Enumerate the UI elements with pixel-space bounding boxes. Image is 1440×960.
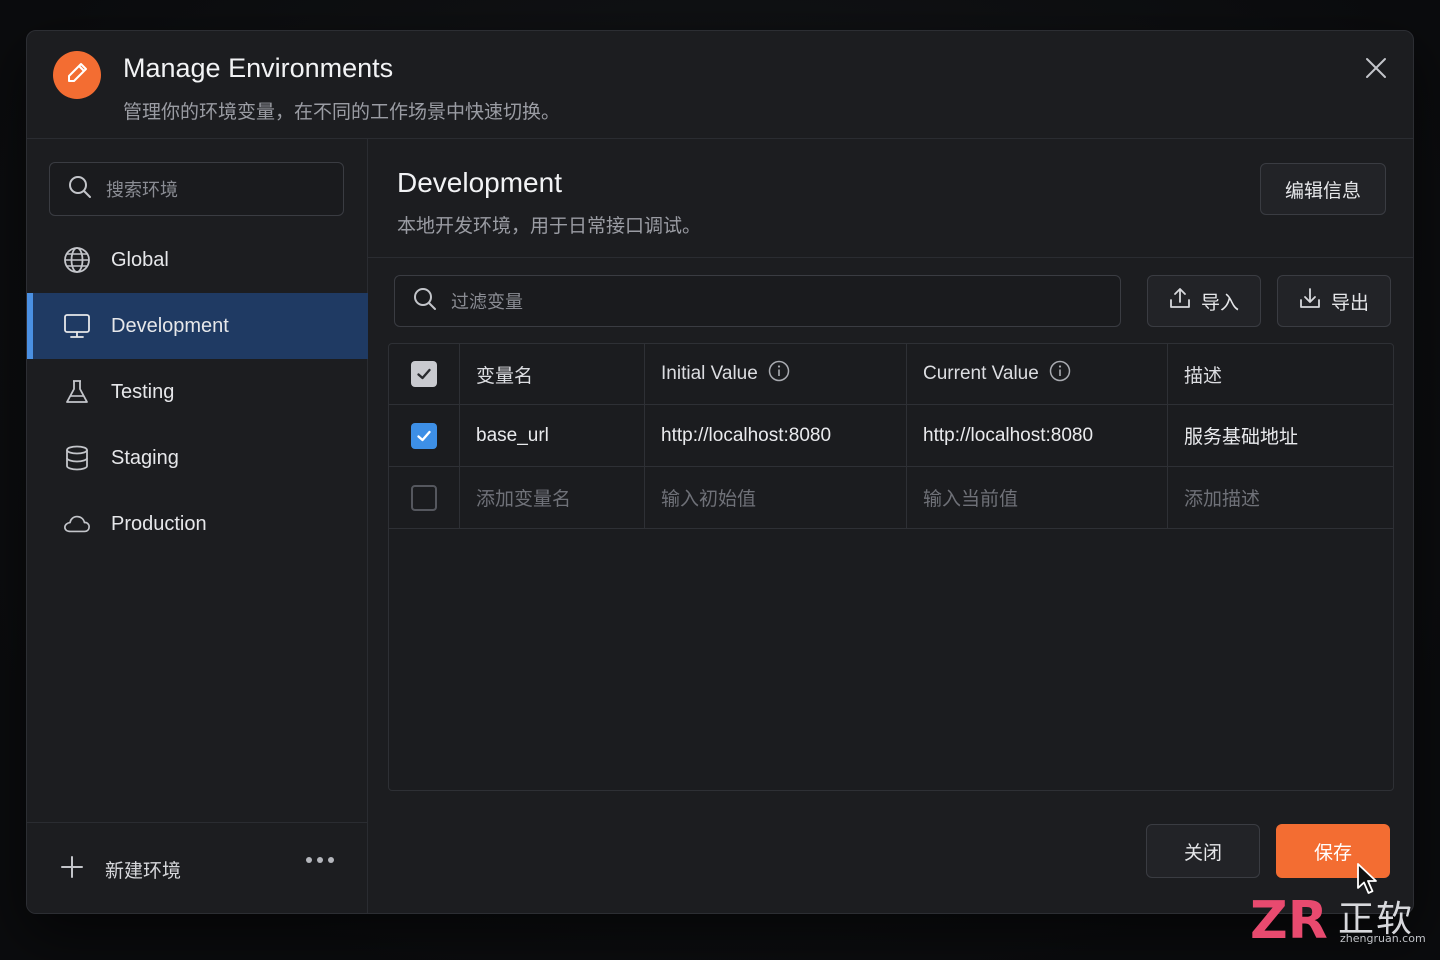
sidebar-item-label: Testing	[111, 380, 175, 403]
sidebar-item-staging[interactable]: Staging	[27, 425, 368, 491]
sidebar-item-global[interactable]: Global	[27, 227, 368, 293]
dialog-title: Manage Environments	[123, 53, 394, 83]
add-current-value-input[interactable]: 输入当前值	[907, 467, 1168, 528]
export-label: 导出	[1330, 292, 1369, 314]
svg-text:ZR: ZR	[1250, 891, 1328, 944]
variables-table: 变量名 Initial Value Current Value 描述 base_…	[388, 343, 1394, 791]
import-label: 导入	[1200, 292, 1239, 314]
close-dialog-button[interactable]: 关闭	[1146, 824, 1260, 878]
environment-detail: Development 本地开发环境，用于日常接口调试。 编辑信息 过滤变量 导…	[368, 139, 1413, 913]
column-header-label: 描述	[1184, 365, 1223, 387]
close-icon	[1365, 57, 1387, 84]
filter-variables-input[interactable]: 过滤变量	[394, 275, 1121, 327]
new-environment-label: 新建环境	[105, 860, 182, 882]
plus-icon	[61, 855, 83, 883]
sidebar-item-label: Development	[111, 314, 229, 337]
export-button[interactable]: 导出	[1277, 275, 1391, 327]
upload-icon	[1169, 287, 1191, 315]
dialog-header: Manage Environments 管理你的环境变量，在不同的工作场景中快速…	[27, 31, 1413, 139]
sidebar-item-testing[interactable]: Testing	[27, 359, 368, 425]
search-icon	[68, 175, 92, 204]
row-checkbox-cell	[389, 405, 460, 466]
row-checkbox[interactable]	[411, 422, 437, 449]
sidebar-item-label: Global	[111, 248, 169, 271]
more-dot	[306, 857, 312, 863]
sidebar-item-label: Staging	[111, 446, 179, 469]
app-logo	[53, 51, 101, 99]
environment-description: 本地开发环境，用于日常接口调试。	[397, 216, 702, 237]
variable-name-cell[interactable]: base_url	[460, 405, 645, 466]
environment-list: Global Development Testing Staging Produ…	[27, 227, 368, 557]
current-value-cell[interactable]: http://localhost:8080	[907, 405, 1168, 466]
close-button[interactable]	[1363, 57, 1389, 83]
environment-search-input[interactable]: 搜索环境	[49, 162, 344, 216]
manage-environments-dialog: Manage Environments 管理你的环境变量，在不同的工作场景中快速…	[26, 30, 1414, 914]
select-all-checkbox[interactable]	[411, 361, 437, 387]
environment-title: Development	[397, 167, 562, 198]
sidebar-item-production[interactable]: Production	[27, 491, 368, 557]
column-header-label: Initial Value	[661, 363, 758, 384]
info-icon[interactable]	[1049, 360, 1071, 388]
column-header-name: 变量名	[460, 344, 645, 404]
sidebar-item-label: Production	[111, 512, 207, 535]
globe-icon	[63, 246, 91, 274]
new-variable-row: 添加变量名 输入初始值 输入当前值 添加描述	[389, 467, 1393, 529]
add-initial-value-input[interactable]: 输入初始值	[645, 467, 907, 528]
add-variable-name-input[interactable]: 添加变量名	[460, 467, 645, 528]
database-icon	[63, 444, 91, 472]
column-header-description: 描述	[1168, 344, 1393, 404]
filter-placeholder: 过滤变量	[451, 292, 523, 312]
download-icon	[1299, 287, 1321, 315]
watermark-logo: ZR	[1250, 891, 1328, 951]
row-checkbox[interactable]	[411, 484, 437, 511]
sidebar-item-development[interactable]: Development	[27, 293, 368, 359]
divider	[368, 257, 1413, 258]
column-header-initial-value: Initial Value	[645, 344, 907, 404]
environment-sidebar: 搜索环境 Global Development Testing Staging …	[27, 139, 368, 913]
table-row: base_url http://localhost:8080 http://lo…	[389, 405, 1393, 467]
dialog-subtitle: 管理你的环境变量，在不同的工作场景中快速切换。	[123, 102, 561, 123]
row-checkbox-cell	[389, 467, 460, 528]
more-options-button[interactable]	[306, 857, 334, 863]
info-icon[interactable]	[768, 360, 790, 388]
cloud-icon	[63, 510, 91, 538]
monitor-icon	[63, 312, 91, 340]
more-dot	[317, 857, 323, 863]
flask-icon	[63, 378, 91, 406]
description-cell[interactable]: 服务基础地址	[1168, 405, 1393, 466]
column-header-label: Current Value	[923, 363, 1039, 384]
import-button[interactable]: 导入	[1147, 275, 1261, 327]
search-icon	[413, 287, 437, 316]
edit-info-button[interactable]: 编辑信息	[1260, 163, 1386, 215]
watermark-url: zhengruan.com	[1340, 932, 1426, 945]
initial-value-cell[interactable]: http://localhost:8080	[645, 405, 907, 466]
more-dot	[328, 857, 334, 863]
column-header-label: 变量名	[476, 365, 534, 387]
new-environment-button[interactable]: 新建环境	[61, 855, 182, 883]
add-description-input[interactable]: 添加描述	[1168, 467, 1393, 528]
pen-icon	[64, 60, 90, 91]
table-header-row: 变量名 Initial Value Current Value 描述	[389, 344, 1393, 405]
search-placeholder: 搜索环境	[106, 180, 178, 200]
sidebar-footer: 新建环境	[27, 822, 368, 913]
column-header-current-value: Current Value	[907, 344, 1168, 404]
header-checkbox-cell	[389, 344, 460, 404]
watermark: ZR 正软 zhengruan.com	[1250, 888, 1430, 951]
